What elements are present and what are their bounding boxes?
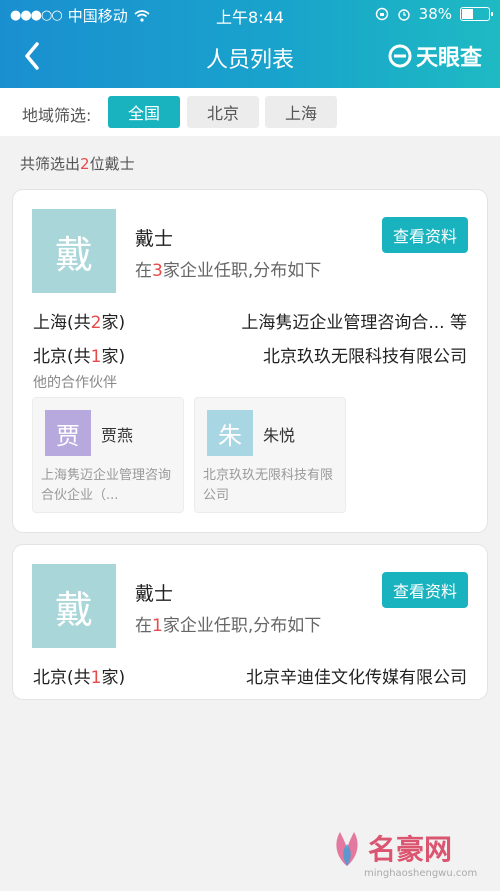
region-number: 2 — [90, 313, 102, 333]
company-count: 1 — [152, 616, 163, 636]
region-name: 北京 — [33, 668, 67, 688]
region-count: 北京(共1家) — [33, 663, 125, 688]
person-card[interactable]: 戴 戴士 在1家企业任职,分布如下 查看资料 北京(共1家) 北京辛迪佳文化传媒… — [13, 545, 487, 699]
status-bar: ●●●○○ 中国移动 上午8:44 38% — [0, 0, 500, 30]
filter-chip-shanghai[interactable]: 上海 — [265, 96, 337, 128]
battery-percent: 38% — [418, 5, 452, 23]
region-name: 北京 — [33, 347, 67, 367]
person-name: 戴士 — [135, 228, 174, 250]
region-name: 上海 — [33, 313, 67, 333]
sub-prefix: 在 — [135, 616, 152, 636]
brand-name: 天眼查 — [415, 46, 482, 71]
region-filter-bar: 地域筛选: 全国 北京 上海 — [0, 88, 500, 136]
region-close: 家) — [101, 313, 126, 333]
alarm-icon — [397, 9, 410, 21]
sub-suffix: 家企业任职,分布如下 — [162, 616, 322, 636]
partner-name: 朱悦 — [263, 426, 296, 445]
partners-title: 他的合作伙伴 — [33, 375, 117, 391]
person-card[interactable]: 戴 戴士 在3家企业任职,分布如下 查看资料 上海(共2家) 上海隽迈企业管理咨… — [13, 190, 487, 532]
flower-logo-icon — [336, 832, 358, 866]
partner-card-zhu-yue[interactable]: 朱 朱悦 北京玖玖无限科技有限公司 — [194, 397, 346, 513]
region-count: 北京(共1家) — [33, 342, 125, 367]
region-count: 上海(共2家) — [33, 308, 125, 333]
rotation-lock-icon — [375, 7, 388, 21]
company-count: 3 — [152, 261, 163, 281]
sub-suffix: 家企业任职,分布如下 — [162, 261, 322, 281]
brand-icon — [388, 44, 412, 68]
partner-company: 上海隽迈企业管理咨询合伙企业（... — [41, 468, 172, 503]
watermark-text: 名豪网 — [368, 833, 453, 866]
summary-suffix: 位戴士 — [89, 155, 135, 173]
region-open: (共 — [67, 668, 91, 688]
person-summary: 在1家企业任职,分布如下 — [135, 611, 321, 636]
filter-chip-beijing[interactable]: 北京 — [187, 96, 259, 128]
region-companies[interactable]: 上海隽迈企业管理咨询合... 等 — [241, 308, 467, 333]
nav-bar: 人员列表 天眼查 — [0, 30, 500, 82]
view-profile-button[interactable]: 查看资料 — [382, 572, 468, 608]
view-profile-button[interactable]: 查看资料 — [382, 217, 468, 253]
region-close: 家) — [101, 347, 126, 367]
battery-icon — [460, 7, 493, 21]
person-name: 戴士 — [135, 583, 174, 605]
person-summary: 在3家企业任职,分布如下 — [135, 256, 321, 281]
region-open: (共 — [67, 313, 91, 333]
region-close: 家) — [101, 668, 126, 688]
result-summary: 共筛选出2位戴士 — [20, 153, 135, 174]
watermark-logo: 名豪网 minghaoshengwu.com — [330, 822, 490, 886]
brand-logo: 天眼查 — [388, 40, 482, 72]
partner-avatar: 贾 — [45, 410, 91, 456]
region-open: (共 — [67, 347, 91, 367]
region-number: 1 — [90, 668, 102, 688]
header: ●●●○○ 中国移动 上午8:44 38% 人员列表 天眼查 — [0, 0, 500, 88]
sub-prefix: 在 — [135, 261, 152, 281]
summary-prefix: 共筛选出 — [20, 155, 81, 173]
partner-name: 贾燕 — [101, 426, 134, 445]
partner-card-jia-yan[interactable]: 贾 贾燕 上海隽迈企业管理咨询合伙企业（... — [32, 397, 184, 513]
region-companies[interactable]: 北京辛迪佳文化传媒有限公司 — [246, 663, 467, 688]
region-companies[interactable]: 北京玖玖无限科技有限公司 — [263, 342, 467, 367]
filter-chip-nationwide[interactable]: 全国 — [108, 96, 180, 128]
partner-company: 北京玖玖无限科技有限公司 — [203, 468, 334, 503]
filter-label: 地域筛选: — [22, 106, 92, 125]
avatar: 戴 — [32, 564, 116, 648]
region-number: 1 — [90, 347, 102, 367]
watermark-url: minghaoshengwu.com — [364, 868, 478, 879]
summary-count: 2 — [80, 155, 90, 173]
partner-avatar: 朱 — [207, 410, 253, 456]
avatar: 戴 — [32, 209, 116, 293]
